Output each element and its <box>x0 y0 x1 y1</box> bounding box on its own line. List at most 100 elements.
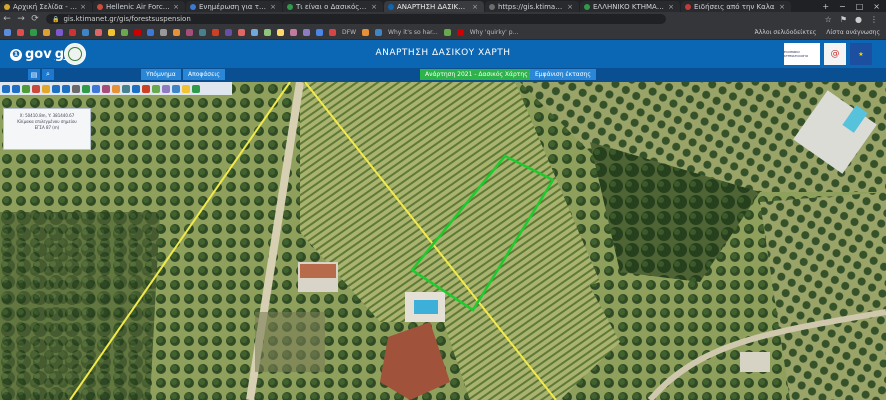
minimize-button[interactable]: − <box>839 2 846 11</box>
tab-label: Ενημέρωση για τους Δ <box>199 2 268 11</box>
bookmark-icon[interactable] <box>173 29 180 36</box>
browser-tab[interactable]: Hellenic Air Force - Π× <box>93 1 185 12</box>
info-icon[interactable] <box>172 84 180 93</box>
layers-toggle-icon[interactable] <box>192 84 200 93</box>
bookmark-icon[interactable] <box>30 29 37 36</box>
layer-select[interactable]: Ανάρτηση 2021 - Δασικός Χάρτης ▾ <box>420 69 538 80</box>
search-icon[interactable]: ⌕ <box>42 69 54 80</box>
browser-tab[interactable]: Αρχική Σελίδα - Πολεμ× <box>0 1 92 12</box>
close-tab-icon[interactable]: × <box>567 3 573 11</box>
reading-list-link[interactable]: Λίστα ανάγνωσης <box>826 29 880 36</box>
bookmark-icon[interactable] <box>69 29 76 36</box>
export-icon[interactable] <box>132 84 140 93</box>
bookmark-icon[interactable] <box>134 29 141 36</box>
close-tab-icon[interactable]: × <box>173 3 179 11</box>
bookmark-icon[interactable] <box>290 29 297 36</box>
bookmark-icon[interactable] <box>108 29 115 36</box>
parcel-boundary[interactable] <box>410 154 555 312</box>
coordinates-icon[interactable] <box>112 84 120 93</box>
tab-favicon-icon <box>97 3 103 10</box>
browser-tab[interactable]: Ειδήσεις από την Καλα × <box>681 1 791 12</box>
extensions-icon[interactable]: ⚑ <box>840 15 847 24</box>
bookmark-icon[interactable] <box>303 29 310 36</box>
show-area-button[interactable]: Εμφάνιση έκτασης <box>530 69 596 80</box>
star-icon[interactable]: ☆ <box>825 15 832 24</box>
bookmark-icon[interactable] <box>82 29 89 36</box>
back-icon[interactable]: ← <box>0 14 14 24</box>
layers-icon[interactable]: ▤ <box>28 69 40 80</box>
bookmarks-bar: DFW Why it's so har... Why 'quirky' p...… <box>0 26 886 40</box>
close-window-button[interactable]: × <box>873 2 880 11</box>
close-tab-icon[interactable]: × <box>779 3 785 11</box>
url-field[interactable]: 🔒 gis.ktimanet.gr/gis/forestsuspension <box>46 14 666 24</box>
bookmark-icon[interactable] <box>56 29 63 36</box>
pan-icon[interactable] <box>22 84 30 93</box>
browser-tab[interactable]: ΑΝΑΡΤΗΣΗ ΔΑΣΙΚΟΥ Χ × <box>384 1 484 12</box>
window-controls: + − □ × <box>816 1 886 12</box>
bookmark-icon[interactable] <box>17 29 24 36</box>
close-tab-icon[interactable]: × <box>80 3 86 11</box>
measure-icon[interactable] <box>32 84 40 93</box>
decisions-button[interactable]: Αποφάσεις <box>183 69 225 80</box>
next-extent-icon[interactable] <box>62 84 70 93</box>
address-bar-row: ← → ⟳ 🔒 gis.ktimanet.gr/gis/forestsuspen… <box>0 12 886 26</box>
aerial-map[interactable] <box>0 82 886 400</box>
bookmark-icon[interactable] <box>375 29 383 36</box>
select-icon[interactable] <box>92 84 100 93</box>
previous-extent-icon[interactable] <box>52 84 60 93</box>
menu-icon[interactable]: ⋮ <box>870 15 878 24</box>
print-icon[interactable] <box>122 84 130 93</box>
browser-tab[interactable]: ΕΛΛΗΝΙΚΟ ΚΤΗΜΑΤΟΛ × <box>580 1 680 12</box>
bookmark-icon[interactable] <box>329 29 336 36</box>
tab-favicon-icon <box>4 3 10 10</box>
bookmark-icon[interactable] <box>43 29 50 36</box>
bookmark-icon[interactable] <box>277 29 284 36</box>
tab-favicon-icon <box>489 3 495 10</box>
polygon-icon[interactable] <box>142 84 150 93</box>
bookmark-icon[interactable] <box>251 29 258 36</box>
map-overlay <box>69 82 557 400</box>
maximize-button[interactable]: □ <box>856 2 864 11</box>
browser-tab[interactable]: Ενημέρωση για τους Δ× <box>186 1 282 12</box>
bookmark-icon[interactable] <box>443 29 451 36</box>
draw-icon[interactable] <box>82 84 90 93</box>
zoom-out-icon[interactable] <box>12 84 20 93</box>
bookmark-icon[interactable] <box>212 29 219 36</box>
bookmark-icon[interactable] <box>147 29 154 36</box>
bookmark-icon[interactable] <box>95 29 102 36</box>
bookmark-icon[interactable] <box>4 29 11 36</box>
bookmark-icon[interactable] <box>238 29 245 36</box>
new-tab-button[interactable]: + <box>822 2 829 11</box>
bookmark-link[interactable]: DFW <box>342 29 356 36</box>
identify-icon[interactable] <box>42 84 50 93</box>
bookmark-icon[interactable] <box>362 29 370 36</box>
forest-boundary-line <box>304 82 557 400</box>
full-extent-icon[interactable] <box>72 84 80 93</box>
close-tab-icon[interactable]: × <box>668 3 674 11</box>
forward-icon[interactable]: → <box>14 14 28 24</box>
clear-icon[interactable] <box>102 84 110 93</box>
bookmark-icon[interactable] <box>186 29 193 36</box>
bookmark-map-icon[interactable] <box>182 84 190 93</box>
browser-tab[interactable]: https://gis.ktimanet.g× <box>485 1 579 12</box>
close-tab-icon[interactable]: × <box>371 3 377 11</box>
bookmark-icon[interactable] <box>225 29 232 36</box>
bookmark-icon[interactable] <box>316 29 323 36</box>
profile-icon[interactable]: ● <box>855 15 862 24</box>
zoom-in-icon[interactable] <box>2 84 10 93</box>
bookmark-icon[interactable] <box>121 29 128 36</box>
other-bookmarks-link[interactable]: Άλλοι σελιδοδείκτες <box>755 29 817 36</box>
bookmark-link[interactable]: Why it's so har... <box>388 29 438 36</box>
close-tab-icon[interactable]: × <box>472 3 478 11</box>
bookmark-link[interactable]: Why 'quirky' p... <box>470 29 519 36</box>
point-icon[interactable] <box>162 84 170 93</box>
line-icon[interactable] <box>152 84 160 93</box>
legend-button[interactable]: Υπόμνημα <box>141 69 181 80</box>
reload-icon[interactable]: ⟳ <box>28 14 42 24</box>
bookmark-icon[interactable] <box>264 29 271 36</box>
close-tab-icon[interactable]: × <box>270 3 276 11</box>
bookmark-icon[interactable] <box>199 29 206 36</box>
bookmark-icon[interactable] <box>160 29 167 36</box>
bookmark-icon[interactable] <box>456 29 464 36</box>
browser-tab[interactable]: Τι είναι ο Δασικός Χάρτ× <box>283 1 383 12</box>
